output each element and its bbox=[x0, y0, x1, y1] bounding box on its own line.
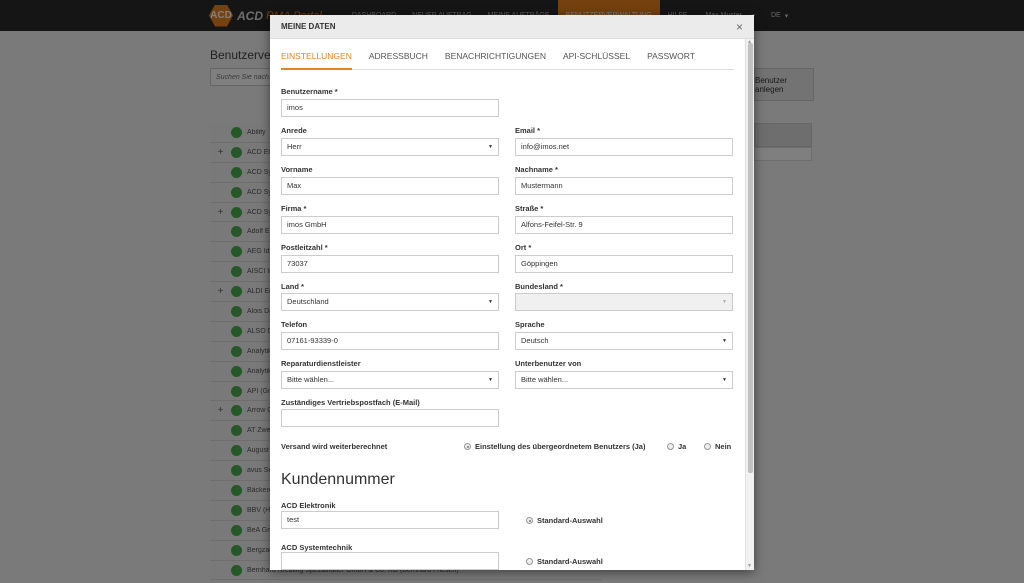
firstname-label: Vorname bbox=[281, 165, 313, 174]
my-data-modal: MEINE DATEN × EINSTELLUNGEN ADRESSBUCH B… bbox=[270, 15, 754, 570]
repair-label: Reparaturdienstleister bbox=[281, 359, 361, 368]
caret-down-icon: ▼ bbox=[488, 299, 493, 305]
scroll-down-icon[interactable]: ▼ bbox=[747, 563, 752, 569]
repair-provider-select[interactable]: Bitte wählen... ▼ bbox=[281, 371, 499, 389]
customer-number-field[interactable]: test bbox=[281, 511, 499, 529]
shipping-label: Versand wird weiterberechnet bbox=[281, 442, 388, 451]
customer-number-heading: Kundennummer bbox=[281, 471, 395, 488]
city-label: Ort * bbox=[515, 243, 532, 252]
customer-number-field[interactable] bbox=[281, 552, 499, 570]
country-label: Land * bbox=[281, 282, 304, 291]
default-selection-option[interactable]: Standard-Auswahl bbox=[526, 516, 603, 525]
shipping-option-yes-label: Ja bbox=[678, 442, 687, 451]
modal-header: MEINE DATEN × bbox=[270, 15, 754, 39]
street-label: Straße * bbox=[515, 204, 544, 213]
zip-label: Postleitzahl * bbox=[281, 243, 328, 252]
radio-icon[interactable] bbox=[704, 443, 711, 450]
country-select[interactable]: Deutschland ▼ bbox=[281, 293, 499, 311]
caret-down-icon: ▼ bbox=[722, 299, 727, 305]
salutation-select[interactable]: Herr ▼ bbox=[281, 138, 499, 156]
language-label: Sprache bbox=[515, 320, 545, 329]
company-field[interactable]: imos GmbH bbox=[281, 216, 499, 234]
caret-down-icon: ▼ bbox=[722, 377, 727, 383]
street-field[interactable]: Alfons-Feifel-Str. 9 bbox=[515, 216, 733, 234]
shipping-option-yes[interactable]: Ja bbox=[667, 442, 686, 451]
company-label: Firma * bbox=[281, 204, 307, 213]
username-label: Benutzername * bbox=[281, 87, 338, 96]
default-selection-label: Standard-Auswahl bbox=[537, 516, 603, 525]
subuser-value: Bitte wählen... bbox=[521, 375, 569, 384]
language-select[interactable]: Deutsch ▼ bbox=[515, 332, 733, 350]
tab-notifications[interactable]: BENACHRICHTIGUNGEN bbox=[445, 45, 546, 70]
shipping-option-no-label: Nein bbox=[715, 442, 732, 451]
salutation-value: Herr bbox=[287, 142, 302, 151]
radio-icon[interactable] bbox=[526, 558, 533, 565]
modal-title: MEINE DATEN bbox=[281, 22, 336, 31]
lastname-label: Nachname * bbox=[515, 165, 558, 174]
caret-down-icon: ▼ bbox=[722, 338, 727, 344]
sales-mailbox-field[interactable] bbox=[281, 409, 499, 427]
tab-password[interactable]: PASSWORT bbox=[647, 45, 695, 70]
caret-down-icon: ▼ bbox=[488, 144, 493, 150]
repair-value: Bitte wählen... bbox=[287, 375, 335, 384]
close-icon[interactable]: × bbox=[736, 20, 743, 34]
phone-field[interactable]: 07161-93339-0 bbox=[281, 332, 499, 350]
scrollbar[interactable]: ▲ ▼ bbox=[745, 39, 754, 570]
shipping-option-inherit[interactable]: Einstellung des übergeordnetem Benutzers… bbox=[464, 442, 645, 451]
scroll-thumb[interactable] bbox=[748, 43, 753, 473]
default-selection-option[interactable]: Standard-Auswahl bbox=[526, 557, 603, 566]
tab-api-key[interactable]: API-SCHLÜSSEL bbox=[563, 45, 630, 70]
lastname-field[interactable]: Mustermann bbox=[515, 177, 733, 195]
state-label: Bundesland * bbox=[515, 282, 563, 291]
state-select: ▼ bbox=[515, 293, 733, 311]
subuser-select[interactable]: Bitte wählen... ▼ bbox=[515, 371, 733, 389]
customer-number-label: ACD Systemtechnik bbox=[281, 543, 353, 552]
phone-label: Telefon bbox=[281, 320, 308, 329]
email-field[interactable]: info@imos.net bbox=[515, 138, 733, 156]
username-field[interactable]: imos bbox=[281, 99, 499, 117]
radio-checked-icon[interactable] bbox=[526, 517, 533, 524]
tab-bar: EINSTELLUNGEN ADRESSBUCH BENACHRICHTIGUN… bbox=[281, 45, 734, 70]
shipping-option-no[interactable]: Nein bbox=[704, 442, 731, 451]
mailbox-label: Zuständiges Vertriebspostfach (E-Mail) bbox=[281, 398, 420, 407]
default-selection-label: Standard-Auswahl bbox=[537, 557, 603, 566]
tab-address-book[interactable]: ADRESSBUCH bbox=[369, 45, 428, 70]
zip-field[interactable]: 73037 bbox=[281, 255, 499, 273]
customer-number-label: ACD Elektronik bbox=[281, 501, 336, 510]
language-value: Deutsch bbox=[521, 336, 549, 345]
country-value: Deutschland bbox=[287, 297, 329, 306]
city-field[interactable]: Göppingen bbox=[515, 255, 733, 273]
radio-checked-icon[interactable] bbox=[464, 443, 471, 450]
email-label: Email * bbox=[515, 126, 541, 135]
tab-settings[interactable]: EINSTELLUNGEN bbox=[281, 45, 352, 70]
radio-icon[interactable] bbox=[667, 443, 674, 450]
subuser-label: Unterbenutzer von bbox=[515, 359, 582, 368]
firstname-field[interactable]: Max bbox=[281, 177, 499, 195]
caret-down-icon: ▼ bbox=[488, 377, 493, 383]
shipping-option-inherit-label: Einstellung des übergeordnetem Benutzers… bbox=[475, 442, 646, 451]
salutation-label: Anrede bbox=[281, 126, 307, 135]
